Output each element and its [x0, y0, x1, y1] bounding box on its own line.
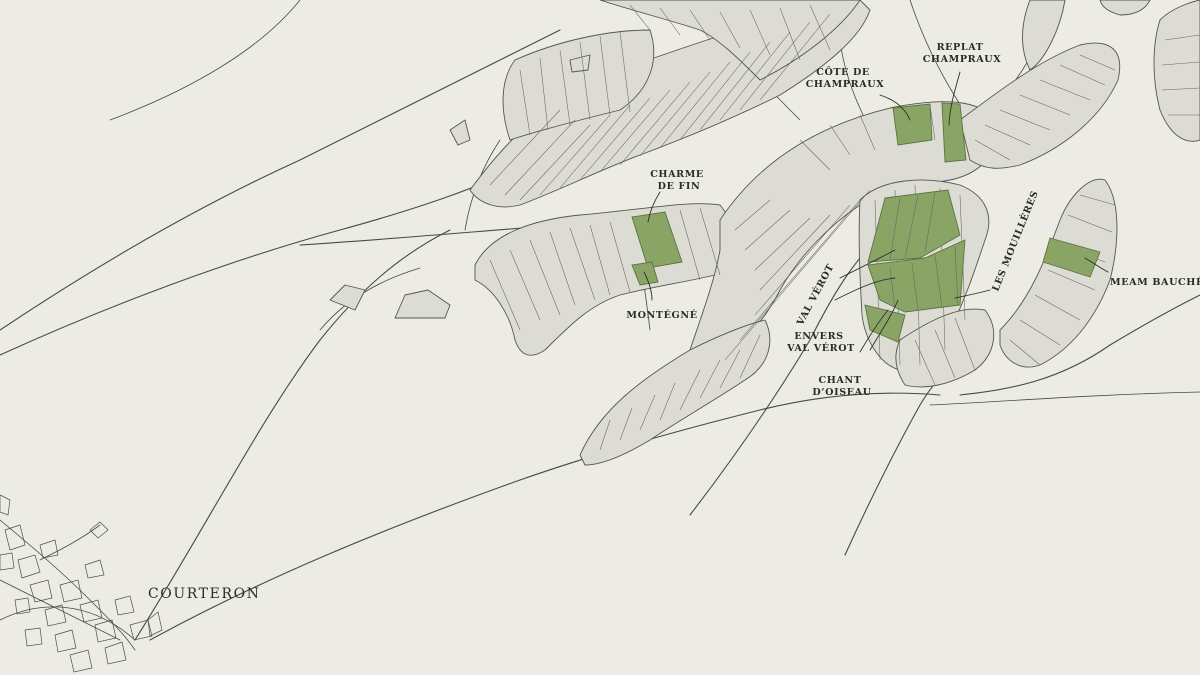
road	[0, 167, 521, 356]
parcel-block	[1099, 0, 1151, 16]
parcel-block	[329, 284, 366, 311]
road	[0, 29, 561, 331]
road	[149, 392, 941, 641]
label-cote-de-champraux: CÔTE DE CHAMPRAUX	[806, 66, 885, 90]
label-montegne: MONTÉGNÉ	[626, 309, 697, 321]
map-canvas: REPLAT CHAMPRAUX CÔTE DE CHAMPRAUX CHARM…	[0, 0, 1200, 673]
label-chant-doiseau: CHANT D’OISEAU	[812, 375, 871, 398]
road	[134, 229, 451, 641]
vineyard-map: REPLAT CHAMPRAUX CÔTE DE CHAMPRAUX CHARM…	[0, 0, 1200, 675]
label-town-courteron: COURTERON	[148, 586, 261, 602]
label-les-mouilleres: LES MOUILLÈRES	[990, 189, 1041, 293]
label-charme-de-fin: CHARME DE FIN	[650, 169, 708, 192]
label-replat-champraux: REPLAT CHAMPRAUX	[923, 42, 1002, 65]
road	[109, 0, 301, 121]
village-courteron	[0, 494, 163, 673]
parcel-block	[999, 178, 1118, 368]
label-meam-bauche: MEAM BAUCHÉ	[1110, 276, 1200, 288]
label-envers-val-verot: ENVERS VAL VÉROT	[786, 331, 855, 354]
plot-cote-de-champraux	[892, 103, 933, 146]
parcel-block	[579, 319, 771, 466]
road	[0, 606, 136, 641]
parcel-block	[449, 119, 471, 146]
parcel-block	[394, 289, 451, 319]
parcel-block	[1153, 0, 1200, 142]
